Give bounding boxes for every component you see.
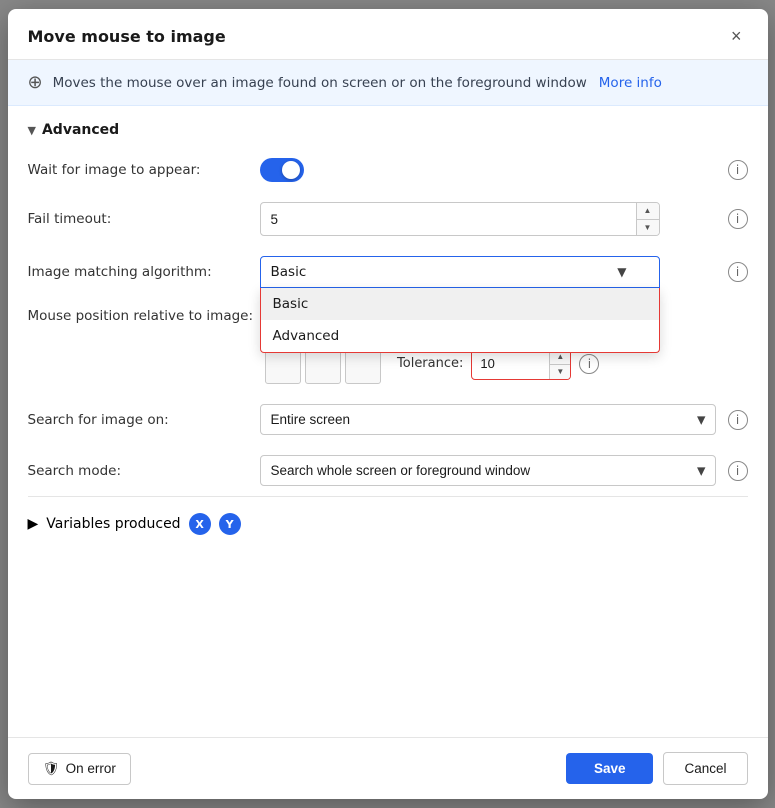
dialog: Move mouse to image × ⊕ Moves the mouse …	[8, 9, 768, 799]
info-banner: ⊕ Moves the mouse over an image found on…	[8, 60, 768, 106]
more-info-link[interactable]: More info	[599, 75, 662, 91]
dialog-header: Move mouse to image ×	[8, 9, 768, 60]
search-image-on-dropdown: Entire screen Foreground window ▼	[260, 404, 716, 435]
variables-label: Variables produced	[46, 516, 180, 532]
cancel-button[interactable]: Cancel	[663, 752, 747, 785]
variables-section: ▶ Variables produced X Y	[28, 496, 748, 545]
fail-timeout-spinner: ▲ ▼	[260, 202, 660, 236]
banner-text: Moves the mouse over an image found on s…	[53, 75, 587, 91]
image-matching-dropdown-header[interactable]: Basic ▼	[260, 256, 660, 288]
chevron-down-icon: ▼	[617, 265, 626, 279]
fail-timeout-spinner-buttons: ▲ ▼	[636, 203, 659, 235]
tolerance-info-icon[interactable]: i	[579, 354, 599, 374]
tolerance-spinners: ▲ ▼	[549, 349, 570, 379]
search-mode-dropdown: Search whole screen or foreground window…	[260, 455, 716, 486]
fail-timeout-down-button[interactable]: ▼	[637, 219, 659, 235]
wait-for-image-control	[260, 158, 716, 182]
image-matching-label: Image matching algorithm:	[28, 264, 248, 280]
wait-for-image-toggle[interactable]	[260, 158, 304, 182]
image-matching-info-icon[interactable]: i	[728, 262, 748, 282]
fail-timeout-up-button[interactable]: ▲	[637, 203, 659, 219]
fail-timeout-info-icon[interactable]: i	[728, 209, 748, 229]
variable-badge-y: Y	[219, 513, 241, 535]
shield-icon: 🛡	[43, 761, 60, 777]
dialog-footer: 🛡 On error Save Cancel	[8, 737, 768, 799]
image-matching-dropdown-menu: Basic Advanced	[260, 288, 660, 353]
search-image-on-select[interactable]: Entire screen Foreground window	[260, 404, 716, 435]
mouse-target-icon: ⊕	[28, 72, 43, 93]
toggle-thumb	[282, 161, 300, 179]
variable-badge-x: X	[189, 513, 211, 535]
search-mode-select[interactable]: Search whole screen or foreground window…	[260, 455, 716, 486]
image-matching-dropdown-wrapper: Basic ▼ Basic Advanced	[260, 256, 660, 288]
fail-timeout-label: Fail timeout:	[28, 211, 248, 227]
search-mode-control: Search whole screen or foreground window…	[260, 455, 716, 486]
chevron-right-icon: ▶	[28, 516, 39, 532]
search-mode-row: Search mode: Search whole screen or fore…	[28, 445, 748, 496]
image-matching-selected-value: Basic	[271, 264, 307, 280]
search-image-on-row: Search for image on: Entire screen Foreg…	[28, 394, 748, 445]
search-image-on-control: Entire screen Foreground window ▼	[260, 404, 716, 435]
tolerance-label: Tolerance:	[397, 356, 463, 371]
close-button[interactable]: ×	[725, 25, 748, 47]
on-error-button[interactable]: 🛡 On error	[28, 753, 131, 785]
wait-for-image-row: Wait for image to appear: i	[28, 148, 748, 192]
pos-cell-bl[interactable]	[265, 348, 301, 384]
advanced-section-header[interactable]: ▼ Advanced	[28, 106, 748, 148]
wait-for-image-info-icon[interactable]: i	[728, 160, 748, 180]
search-mode-info-icon[interactable]: i	[728, 461, 748, 481]
fail-timeout-input[interactable]	[261, 206, 636, 233]
image-matching-option-advanced[interactable]: Advanced	[261, 320, 659, 352]
search-image-on-label: Search for image on:	[28, 412, 248, 428]
fail-timeout-row: Fail timeout: ▲ ▼ i	[28, 192, 748, 246]
wait-for-image-label: Wait for image to appear:	[28, 162, 248, 178]
on-error-label: On error	[66, 761, 116, 776]
mouse-position-label: Mouse position relative to image:	[28, 308, 254, 324]
pos-cell-br[interactable]	[345, 348, 381, 384]
tolerance-down-button[interactable]: ▼	[550, 364, 570, 379]
fail-timeout-control: ▲ ▼	[260, 202, 716, 236]
search-image-on-info-icon[interactable]: i	[728, 410, 748, 430]
image-matching-option-basic[interactable]: Basic	[261, 288, 659, 320]
pos-cell-bc[interactable]	[305, 348, 341, 384]
advanced-section-title: Advanced	[42, 122, 119, 138]
chevron-down-icon: ▼	[28, 124, 36, 137]
save-button[interactable]: Save	[566, 753, 654, 784]
search-mode-label: Search mode:	[28, 463, 248, 479]
dialog-body: ▼ Advanced Wait for image to appear: i F…	[8, 106, 768, 737]
image-matching-control: Basic ▼ Basic Advanced	[260, 256, 716, 288]
dialog-title: Move mouse to image	[28, 27, 226, 46]
image-matching-row: Image matching algorithm: Basic ▼ Basic …	[28, 246, 748, 298]
tolerance-input[interactable]	[472, 351, 549, 376]
